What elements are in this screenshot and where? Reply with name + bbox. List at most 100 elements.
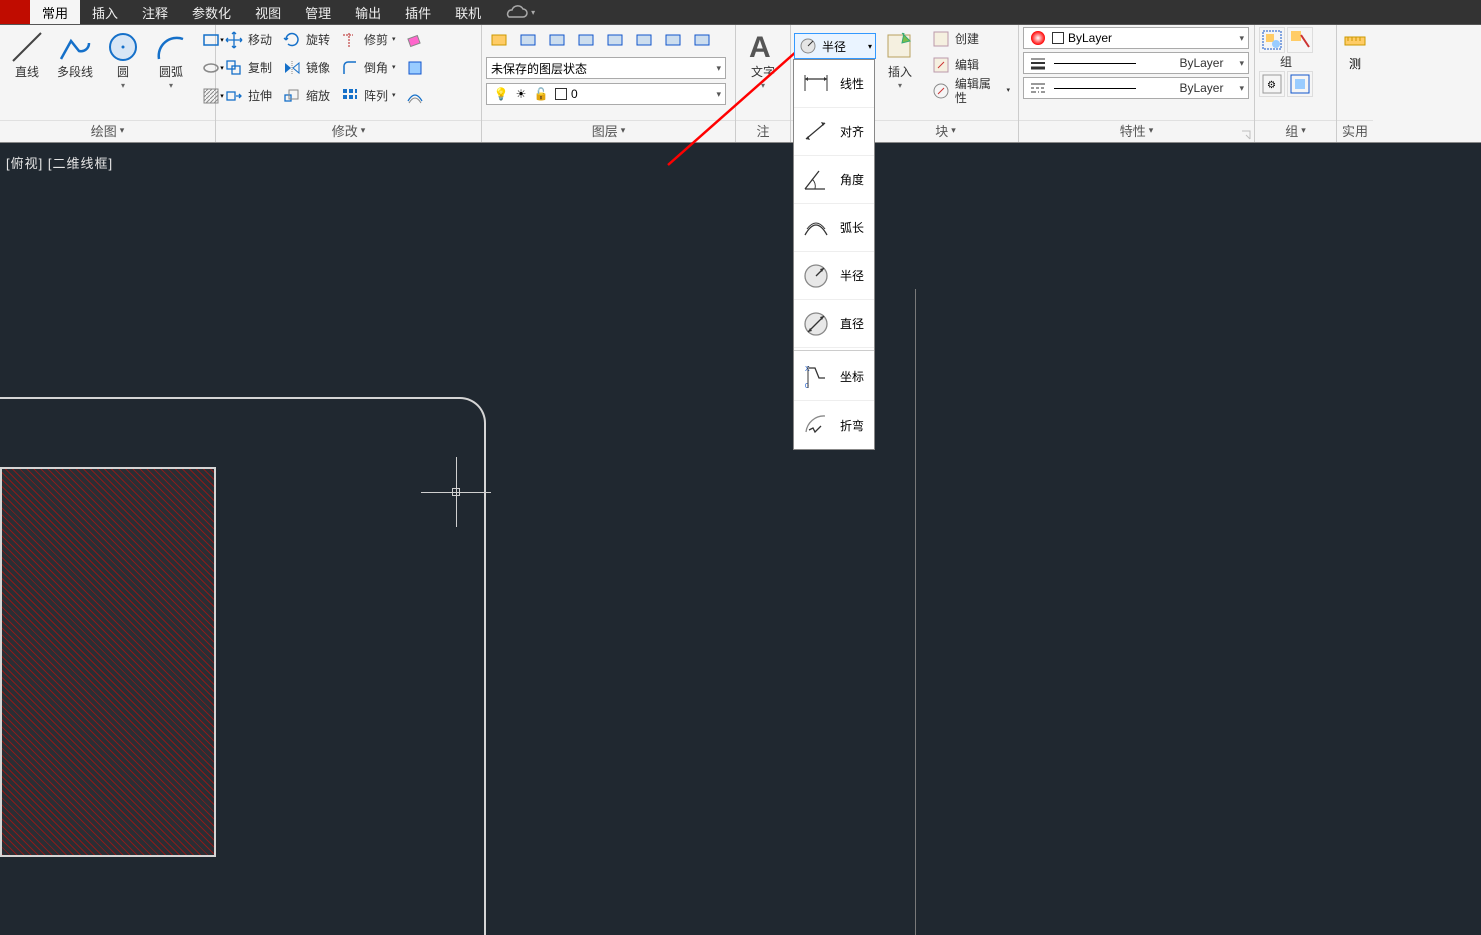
measure-button[interactable] <box>1342 27 1368 53</box>
scale-button[interactable]: 缩放 <box>278 84 334 108</box>
panel-block-footer[interactable]: 块▾ <box>873 120 1018 140</box>
explode-button[interactable] <box>402 55 428 81</box>
arclength-icon <box>800 212 832 244</box>
move-button[interactable]: 移动 <box>220 28 276 52</box>
layer-color-swatch <box>555 88 567 100</box>
measure-label: 测 <box>1349 55 1361 72</box>
layer-prop-button[interactable] <box>486 27 512 53</box>
view-label[interactable]: [俯视] [二维线框] <box>6 153 113 172</box>
menu-manage[interactable]: 管理 <box>293 0 343 24</box>
scale-icon <box>282 86 302 106</box>
fillet-icon <box>340 58 360 78</box>
edit-attr-button[interactable]: 编辑属性▾ <box>927 79 1014 103</box>
panel-group: 组 ⚙ 组▾ <box>1255 25 1337 142</box>
crosshair-pickbox <box>452 488 460 496</box>
menu-output[interactable]: 输出 <box>343 0 393 24</box>
array-icon <box>340 86 360 106</box>
edit-button[interactable]: 编辑 <box>927 53 1014 77</box>
color-icon <box>1028 28 1048 48</box>
cloud-icon[interactable]: ▾ <box>493 0 545 24</box>
polyline-icon <box>57 29 93 65</box>
color-swatch <box>1052 32 1064 44</box>
vertical-guide <box>915 289 916 935</box>
linetype-dropdown[interactable]: ByLayer ▾ <box>1023 77 1249 99</box>
menu-insert[interactable]: 插入 <box>80 0 130 24</box>
dim-aligned[interactable]: 对齐 <box>794 108 874 156</box>
dim-angular[interactable]: 角度 <box>794 156 874 204</box>
panel-util-footer[interactable]: 实用 <box>1337 120 1373 140</box>
layer-iso-button[interactable] <box>602 27 628 53</box>
layer-freeze-button[interactable] <box>544 27 570 53</box>
drawn-hatch-region <box>0 467 216 857</box>
dim-linear[interactable]: 线性 <box>794 60 874 108</box>
dim-diameter[interactable]: 直径 <box>794 300 874 348</box>
radius-icon-head <box>798 36 818 56</box>
dim-jogged[interactable]: 折弯 <box>794 401 874 449</box>
circle-icon <box>105 29 141 65</box>
create-icon <box>931 29 951 49</box>
trim-icon <box>340 30 360 50</box>
jogged-icon <box>800 409 832 441</box>
panel-group-footer[interactable]: 组▾ <box>1255 120 1336 140</box>
arc-button[interactable]: 圆弧 ▾ <box>148 27 194 95</box>
layer-lock-button[interactable] <box>573 27 599 53</box>
color-dropdown[interactable]: ByLayer ▾ <box>1023 27 1249 49</box>
lineweight-icon <box>1028 53 1048 73</box>
dim-arclength[interactable]: 弧长 <box>794 204 874 252</box>
group-bbox-button[interactable] <box>1287 71 1313 97</box>
rotate-button[interactable]: 旋转 <box>278 28 334 52</box>
app-icon[interactable] <box>0 0 30 24</box>
dim-radius[interactable]: 半径 <box>794 252 874 300</box>
circle-button[interactable]: 圆 ▾ <box>100 27 146 95</box>
panel-modify-footer[interactable]: 修改▾ <box>216 120 481 140</box>
ungroup-button[interactable] <box>1287 27 1313 53</box>
copy-button[interactable]: 复制 <box>220 56 276 80</box>
circle-label: 圆 <box>117 65 129 79</box>
group-edit-button[interactable]: ⚙ <box>1259 71 1285 97</box>
stretch-button[interactable]: 拉伸 <box>220 84 276 108</box>
trim-button[interactable]: 修剪▾ <box>336 28 400 52</box>
line-label: 直线 <box>15 65 39 79</box>
panel-props-footer[interactable]: 特性▾ <box>1019 120 1254 140</box>
erase-button[interactable] <box>402 27 428 53</box>
polyline-button[interactable]: 多段线 <box>52 27 98 81</box>
menu-annotate[interactable]: 注释 <box>130 0 180 24</box>
dimension-split-button[interactable]: 半径 ▾ <box>794 33 876 59</box>
fillet-button[interactable]: 倒角▾ <box>336 56 400 80</box>
offset-button[interactable] <box>402 83 428 109</box>
panel-draw: 直线 多段线 圆 ▾ 圆弧 ▾ <box>0 25 216 142</box>
array-button[interactable]: 阵列▾ <box>336 84 400 108</box>
group-button[interactable]: 组 <box>1280 55 1292 69</box>
angular-icon <box>800 164 832 196</box>
layer-mcur-button[interactable] <box>631 27 657 53</box>
insert-icon <box>882 29 918 65</box>
move-icon <box>224 30 244 50</box>
create-button[interactable]: 创建 <box>927 27 1014 51</box>
edit-icon <box>931 55 951 75</box>
lineweight-dropdown[interactable]: ByLayer ▾ <box>1023 52 1249 74</box>
drawing-canvas[interactable]: [俯视] [二维线框] Y × <box>0 143 1481 935</box>
panel-draw-footer[interactable]: 绘图▾ <box>0 120 215 140</box>
stretch-icon <box>224 86 244 106</box>
menu-plugins[interactable]: 插件 <box>393 0 443 24</box>
group-sel-button[interactable] <box>1259 27 1285 53</box>
linear-icon <box>800 68 832 100</box>
lock-icon: 🔓 <box>531 84 551 104</box>
panel-modify: 移动 旋转 修剪▾ 复制 镜像 倒角▾ 拉伸 缩放 阵列▾ <box>216 25 482 142</box>
panel-props-launcher[interactable] <box>1241 129 1251 139</box>
arc-icon <box>153 29 189 65</box>
menu-view[interactable]: 视图 <box>243 0 293 24</box>
panel-props: ByLayer ▾ ByLayer ▾ ByLayer ▾ 特性▾ <box>1019 25 1255 142</box>
menu-online[interactable]: 联机 <box>443 0 493 24</box>
dim-ordinate[interactable]: X0 坐标 <box>794 353 874 401</box>
sun-icon: ☀ <box>511 84 531 104</box>
insert-button[interactable]: 插入 ▾ <box>877 27 923 95</box>
menu-home[interactable]: 常用 <box>30 0 80 24</box>
mirror-button[interactable]: 镜像 <box>278 56 334 80</box>
line-button[interactable]: 直线 <box>4 27 50 81</box>
insert-label: 插入 <box>888 65 912 79</box>
menu-parametric[interactable]: 参数化 <box>180 0 243 24</box>
svg-text:⚙: ⚙ <box>1267 80 1276 91</box>
rotate-icon <box>282 30 302 50</box>
layer-on-button[interactable] <box>515 27 541 53</box>
